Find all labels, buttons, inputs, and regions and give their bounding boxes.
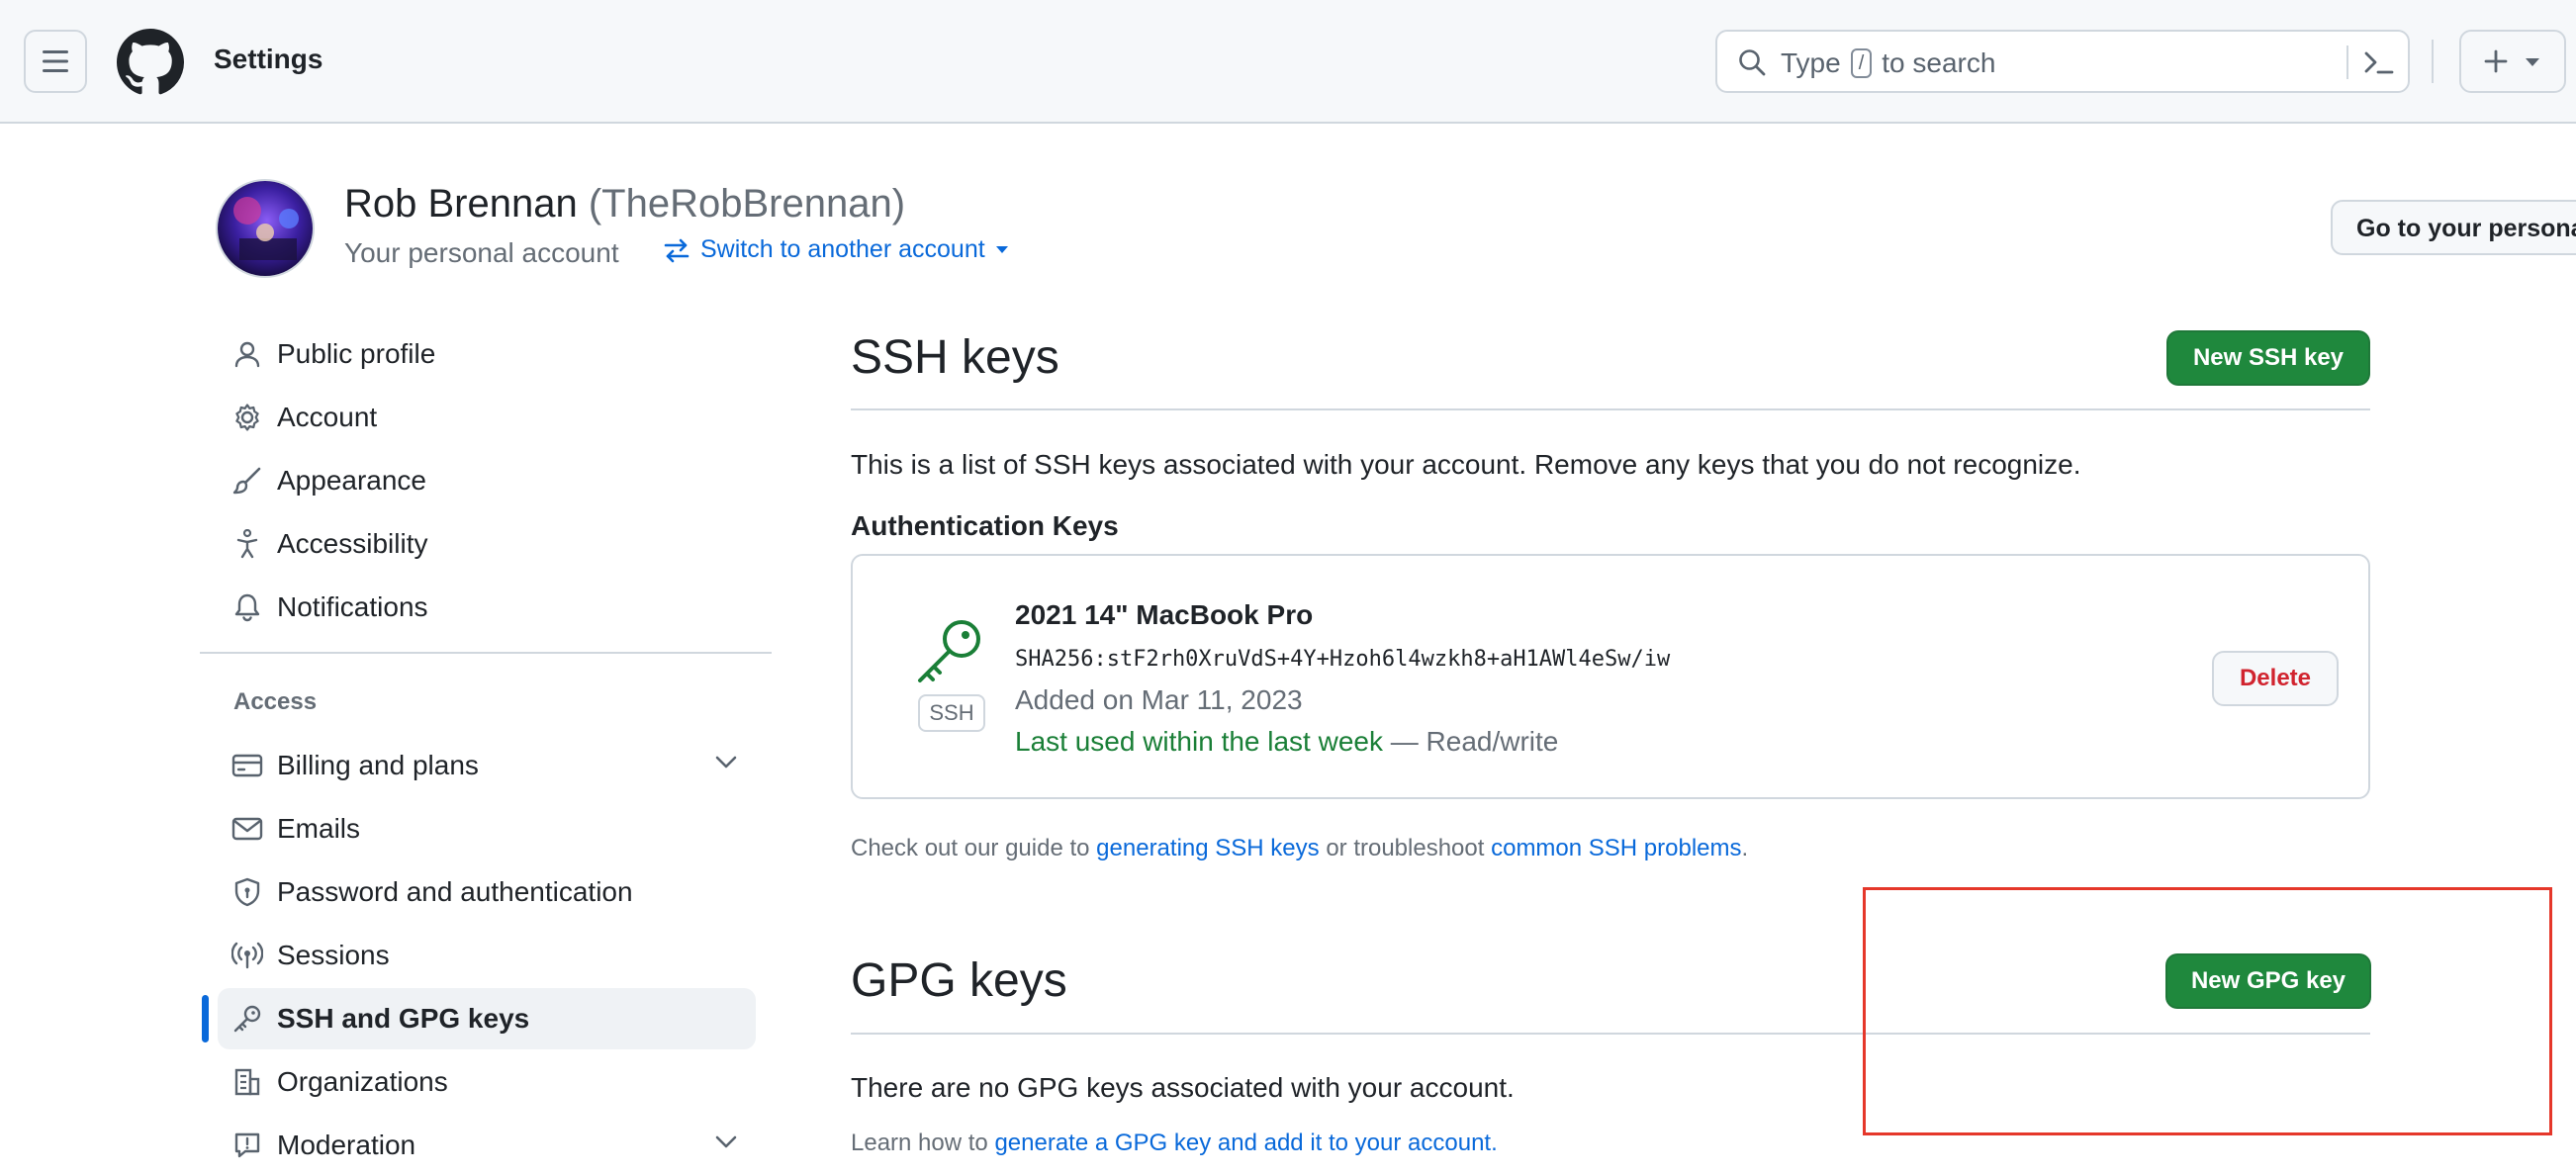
header-separator bbox=[2432, 40, 2434, 83]
guide-suffix: . bbox=[1741, 835, 1749, 861]
plus-icon bbox=[2484, 49, 2508, 73]
mail-icon bbox=[231, 817, 263, 841]
common-ssh-problems-link[interactable]: common SSH problems bbox=[1491, 835, 1741, 861]
broadcast-icon bbox=[231, 942, 263, 969]
organization-icon bbox=[234, 1068, 260, 1096]
sidebar-item-public-profile[interactable]: Public profile bbox=[218, 323, 756, 385]
caret-down-icon bbox=[2526, 58, 2539, 66]
ssh-guide-text: Check out our guide to generating SSH ke… bbox=[851, 835, 1748, 862]
annotation-highlight-box bbox=[1863, 887, 2552, 1135]
profile-display-name: Rob Brennan bbox=[344, 182, 578, 226]
generating-ssh-keys-link[interactable]: generating SSH keys bbox=[1096, 835, 1319, 861]
guide-middle: or troubleshoot bbox=[1326, 835, 1485, 861]
search-prefix: Type bbox=[1781, 47, 1841, 78]
sidebar-item-moderation[interactable]: Moderation bbox=[218, 1115, 756, 1176]
sidebar-item-ssh-gpg-keys[interactable]: SSH and GPG keys bbox=[218, 988, 756, 1049]
sidebar-item-label: Accessibility bbox=[277, 528, 428, 559]
sidebar-item-label: Appearance bbox=[277, 465, 427, 496]
sidebar-item-billing[interactable]: Billing and plans bbox=[218, 735, 756, 796]
key-icon bbox=[233, 1005, 261, 1033]
chevron-down-icon bbox=[715, 1135, 737, 1148]
accessibility-icon bbox=[236, 529, 258, 559]
key-last-used-text: Last used within the last week bbox=[1015, 726, 1383, 757]
key-added-date: Added on Mar 11, 2023 bbox=[1015, 684, 1303, 715]
sidebar-heading-access: Access bbox=[233, 688, 318, 715]
ssh-badge: SSH bbox=[918, 694, 985, 732]
search-icon bbox=[1739, 49, 1766, 76]
active-indicator bbox=[202, 995, 209, 1042]
search-input[interactable]: Type / to search bbox=[1715, 30, 2410, 93]
sidebar-item-label: Public profile bbox=[277, 338, 436, 369]
profile-subtitle: Your personal account bbox=[344, 237, 619, 268]
profile-login: (TheRobBrennan) bbox=[588, 182, 906, 226]
switch-account-link[interactable]: Switch to another account bbox=[663, 235, 1009, 264]
key-access-level: — Read/write bbox=[1390, 726, 1559, 757]
ssh-key-card: SSH 2021 14" MacBook Pro SHA256:stF2rh0X… bbox=[851, 554, 2370, 799]
sidebar-item-label: Moderation bbox=[277, 1130, 416, 1160]
sidebar-item-label: Emails bbox=[277, 813, 361, 844]
switch-account-label: Switch to another account bbox=[700, 235, 985, 263]
key-fingerprint: SHA256:stF2rh0XruVdS+4Y+Hzoh6l4wzkh8+aH1… bbox=[1015, 647, 1671, 672]
create-new-button[interactable] bbox=[2459, 30, 2566, 93]
profile-name: Rob Brennan (TheRobBrennan) bbox=[344, 182, 905, 226]
report-icon bbox=[234, 1132, 260, 1158]
sidebar-item-label: Password and authentication bbox=[277, 876, 633, 907]
search-divider bbox=[2346, 45, 2348, 79]
sidebar-item-label: Account bbox=[277, 402, 378, 432]
ssh-description: This is a list of SSH keys associated wi… bbox=[851, 449, 2081, 480]
new-ssh-key-button[interactable]: New SSH key bbox=[2166, 330, 2370, 386]
key-icon bbox=[918, 620, 980, 682]
sidebar-item-password-auth[interactable]: Password and authentication bbox=[218, 861, 756, 923]
menu-button[interactable] bbox=[24, 30, 87, 93]
github-logo-icon[interactable] bbox=[117, 29, 184, 96]
sidebar-item-label: Organizations bbox=[277, 1066, 448, 1097]
caret-down-icon bbox=[995, 246, 1008, 253]
sidebar-divider bbox=[200, 652, 772, 654]
delete-key-button[interactable]: Delete bbox=[2212, 651, 2339, 706]
search-suffix: to search bbox=[1882, 47, 1996, 78]
learn-prefix: Learn how to bbox=[851, 1130, 988, 1156]
shield-lock-icon bbox=[234, 877, 260, 907]
go-to-profile-button[interactable]: Go to your personal profile bbox=[2331, 200, 2576, 255]
sidebar-item-emails[interactable]: Emails bbox=[218, 798, 756, 859]
ssh-keys-heading: SSH keys bbox=[851, 331, 1059, 384]
command-palette-icon[interactable] bbox=[2362, 47, 2396, 77]
person-icon bbox=[234, 341, 260, 368]
guide-prefix: Check out our guide to bbox=[851, 835, 1090, 861]
top-header: Settings Type / to search bbox=[0, 0, 2576, 124]
search-shortcut-key: / bbox=[1850, 48, 1873, 78]
sidebar-item-label: SSH and GPG keys bbox=[277, 1003, 530, 1034]
sidebar-item-notifications[interactable]: Notifications bbox=[218, 577, 756, 638]
gpg-keys-heading: GPG keys bbox=[851, 954, 1067, 1007]
sidebar-item-label: Sessions bbox=[277, 940, 390, 970]
gear-icon bbox=[235, 404, 259, 431]
sidebar-item-accessibility[interactable]: Accessibility bbox=[218, 513, 756, 575]
sidebar-item-label: Notifications bbox=[277, 591, 428, 622]
avatar[interactable] bbox=[216, 179, 315, 278]
chevron-down-icon bbox=[715, 756, 737, 769]
sidebar-item-account[interactable]: Account bbox=[218, 387, 756, 448]
learn-suffix: . bbox=[1491, 1130, 1498, 1156]
arrow-switch-icon bbox=[664, 238, 690, 262]
hamburger-icon bbox=[43, 50, 68, 72]
key-title: 2021 14" MacBook Pro bbox=[1015, 599, 1314, 630]
bell-icon bbox=[234, 593, 260, 622]
gpg-learn-text: Learn how to generate a GPG key and add … bbox=[851, 1130, 1498, 1157]
sidebar-item-sessions[interactable]: Sessions bbox=[218, 925, 756, 986]
key-last-used: Last used within the last week — Read/wr… bbox=[1015, 726, 1558, 758]
sidebar-item-appearance[interactable]: Appearance bbox=[218, 450, 756, 511]
credit-card-icon bbox=[231, 754, 263, 777]
sidebar-item-organizations[interactable]: Organizations bbox=[218, 1051, 756, 1113]
sidebar-item-label: Billing and plans bbox=[277, 750, 479, 780]
authentication-keys-title: Authentication Keys bbox=[851, 510, 1119, 541]
gpg-empty-text: There are no GPG keys associated with yo… bbox=[851, 1072, 1515, 1103]
paintbrush-icon bbox=[232, 467, 261, 495]
generate-gpg-key-link[interactable]: generate a GPG key and add it to your ac… bbox=[994, 1130, 1491, 1156]
search-placeholder: Type / to search bbox=[1781, 47, 1995, 79]
page-title: Settings bbox=[214, 44, 323, 74]
ssh-heading-divider bbox=[851, 408, 2370, 410]
